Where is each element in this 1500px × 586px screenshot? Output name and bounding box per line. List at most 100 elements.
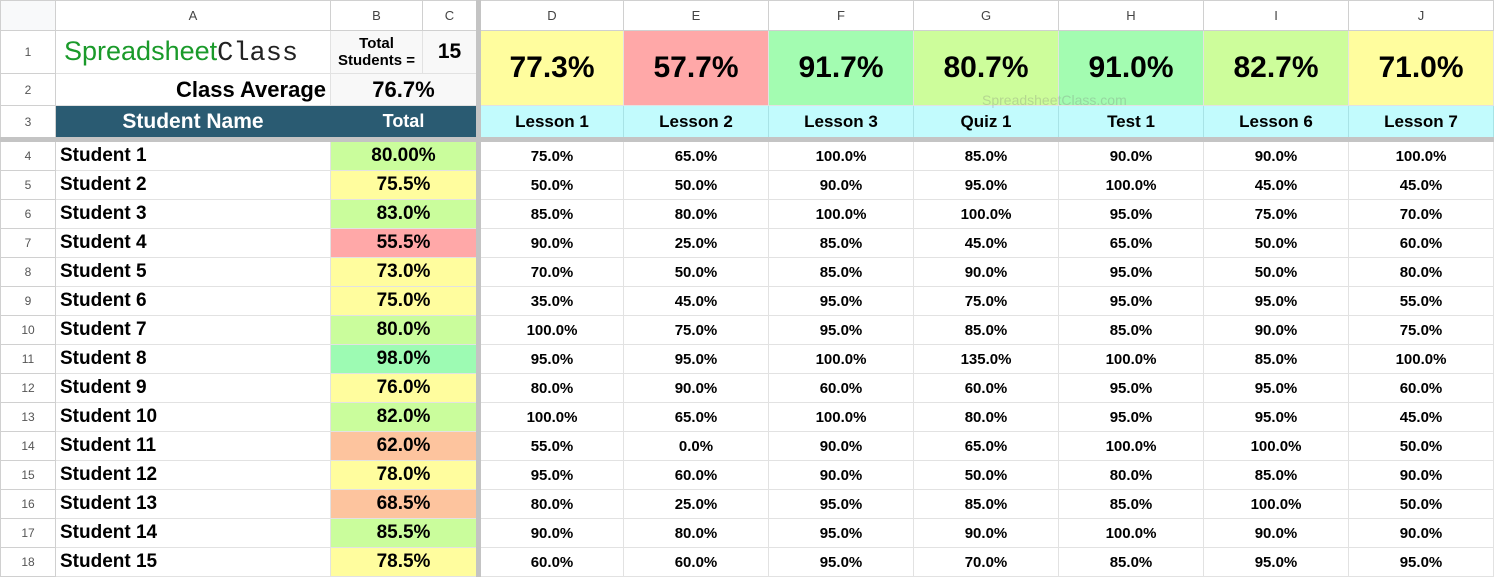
score-cell[interactable]: 95.0%	[913, 170, 1059, 200]
column-header-d[interactable]: D	[478, 0, 624, 31]
score-cell[interactable]: 45.0%	[623, 286, 769, 316]
score-cell[interactable]: 65.0%	[623, 139, 769, 171]
score-cell[interactable]: 100.0%	[768, 344, 914, 374]
score-cell[interactable]: 85.0%	[1058, 315, 1204, 345]
score-cell[interactable]: 135.0%	[913, 344, 1059, 374]
score-cell[interactable]: 90.0%	[913, 257, 1059, 287]
score-cell[interactable]: 90.0%	[623, 373, 769, 403]
score-cell[interactable]: 85.0%	[1203, 344, 1349, 374]
score-cell[interactable]: 95.0%	[478, 460, 624, 490]
score-cell[interactable]: 90.0%	[1348, 460, 1494, 490]
column-header-i[interactable]: I	[1203, 0, 1349, 31]
student-total-cell[interactable]: 83.0%	[330, 199, 481, 229]
student-name-cell[interactable]: Student 2	[55, 170, 331, 200]
total-students-label-cell[interactable]: Total Students =	[330, 30, 423, 74]
row-header[interactable]: 7	[0, 228, 56, 258]
score-cell[interactable]: 100.0%	[768, 199, 914, 229]
score-cell[interactable]: 90.0%	[478, 518, 624, 548]
score-cell[interactable]: 90.0%	[1203, 315, 1349, 345]
score-cell[interactable]: 95.0%	[623, 344, 769, 374]
student-name-cell[interactable]: Student 3	[55, 199, 331, 229]
score-cell[interactable]: 65.0%	[1058, 228, 1204, 258]
score-cell[interactable]: 95.0%	[1058, 257, 1204, 287]
student-name-cell[interactable]: Student 11	[55, 431, 331, 461]
row-header[interactable]: 5	[0, 170, 56, 200]
score-cell[interactable]: 100.0%	[1203, 431, 1349, 461]
score-cell[interactable]: 95.0%	[1203, 373, 1349, 403]
assignment-average-cell[interactable]: 71.0%	[1348, 30, 1494, 106]
row-header-1[interactable]: 1	[0, 30, 56, 74]
score-cell[interactable]: 95.0%	[1348, 547, 1494, 577]
student-total-cell[interactable]: 80.0%	[330, 315, 481, 345]
score-cell[interactable]: 100.0%	[478, 315, 624, 345]
score-cell[interactable]: 55.0%	[1348, 286, 1494, 316]
score-cell[interactable]: 60.0%	[623, 547, 769, 577]
brand-logo-cell[interactable]: SpreadsheetClass	[55, 30, 331, 74]
score-cell[interactable]: 95.0%	[1058, 402, 1204, 432]
score-cell[interactable]: 100.0%	[1058, 518, 1204, 548]
assignment-name-cell[interactable]: Lesson 1	[478, 105, 624, 142]
assignment-name-cell[interactable]: Lesson 6	[1203, 105, 1349, 142]
row-header[interactable]: 4	[0, 139, 56, 171]
student-name-cell[interactable]: Student 13	[55, 489, 331, 519]
score-cell[interactable]: 85.0%	[913, 489, 1059, 519]
score-cell[interactable]: 100.0%	[1203, 489, 1349, 519]
row-header[interactable]: 10	[0, 315, 56, 345]
score-cell[interactable]: 85.0%	[1058, 547, 1204, 577]
score-cell[interactable]: 75.0%	[1348, 315, 1494, 345]
assignment-average-cell[interactable]: 57.7%	[623, 30, 769, 106]
score-cell[interactable]: 90.0%	[1203, 518, 1349, 548]
score-cell[interactable]: 100.0%	[768, 139, 914, 171]
student-total-cell[interactable]: 78.0%	[330, 460, 481, 490]
class-average-label-cell[interactable]: Class Average	[55, 73, 331, 106]
row-header[interactable]: 17	[0, 518, 56, 548]
student-total-cell[interactable]: 68.5%	[330, 489, 481, 519]
score-cell[interactable]: 60.0%	[913, 373, 1059, 403]
select-all-corner[interactable]	[0, 0, 56, 31]
column-header-b[interactable]: B	[330, 0, 423, 31]
score-cell[interactable]: 70.0%	[913, 547, 1059, 577]
assignment-average-cell[interactable]: 91.0%	[1058, 30, 1204, 106]
score-cell[interactable]: 65.0%	[623, 402, 769, 432]
column-header-j[interactable]: J	[1348, 0, 1494, 31]
column-header-e[interactable]: E	[623, 0, 769, 31]
score-cell[interactable]: 25.0%	[623, 228, 769, 258]
score-cell[interactable]: 75.0%	[913, 286, 1059, 316]
assignment-name-cell[interactable]: Lesson 7	[1348, 105, 1494, 142]
score-cell[interactable]: 95.0%	[768, 286, 914, 316]
score-cell[interactable]: 60.0%	[768, 373, 914, 403]
row-header[interactable]: 14	[0, 431, 56, 461]
student-name-cell[interactable]: Student 14	[55, 518, 331, 548]
class-average-value-cell[interactable]: 76.7%	[330, 73, 481, 106]
assignment-name-cell[interactable]: Lesson 3	[768, 105, 914, 142]
student-name-cell[interactable]: Student 8	[55, 344, 331, 374]
score-cell[interactable]: 60.0%	[1348, 228, 1494, 258]
score-cell[interactable]: 45.0%	[1348, 170, 1494, 200]
column-header-g[interactable]: G	[913, 0, 1059, 31]
score-cell[interactable]: 90.0%	[1348, 518, 1494, 548]
score-cell[interactable]: 25.0%	[623, 489, 769, 519]
student-total-cell[interactable]: 75.0%	[330, 286, 481, 316]
score-cell[interactable]: 75.0%	[623, 315, 769, 345]
student-total-cell[interactable]: 80.00%	[330, 139, 481, 171]
assignment-name-cell[interactable]: Lesson 2	[623, 105, 769, 142]
score-cell[interactable]: 50.0%	[1203, 228, 1349, 258]
student-total-cell[interactable]: 75.5%	[330, 170, 481, 200]
total-header-cell[interactable]: Total	[330, 105, 481, 142]
score-cell[interactable]: 85.0%	[1203, 460, 1349, 490]
column-header-f[interactable]: F	[768, 0, 914, 31]
score-cell[interactable]: 60.0%	[478, 547, 624, 577]
score-cell[interactable]: 35.0%	[478, 286, 624, 316]
score-cell[interactable]: 100.0%	[1058, 431, 1204, 461]
student-total-cell[interactable]: 73.0%	[330, 257, 481, 287]
score-cell[interactable]: 95.0%	[768, 315, 914, 345]
student-total-cell[interactable]: 82.0%	[330, 402, 481, 432]
score-cell[interactable]: 90.0%	[768, 431, 914, 461]
student-name-header-cell[interactable]: Student Name	[55, 105, 331, 142]
score-cell[interactable]: 70.0%	[478, 257, 624, 287]
score-cell[interactable]: 95.0%	[768, 518, 914, 548]
score-cell[interactable]: 100.0%	[1348, 344, 1494, 374]
score-cell[interactable]: 100.0%	[1058, 344, 1204, 374]
score-cell[interactable]: 90.0%	[768, 460, 914, 490]
column-header-a[interactable]: A	[55, 0, 331, 31]
